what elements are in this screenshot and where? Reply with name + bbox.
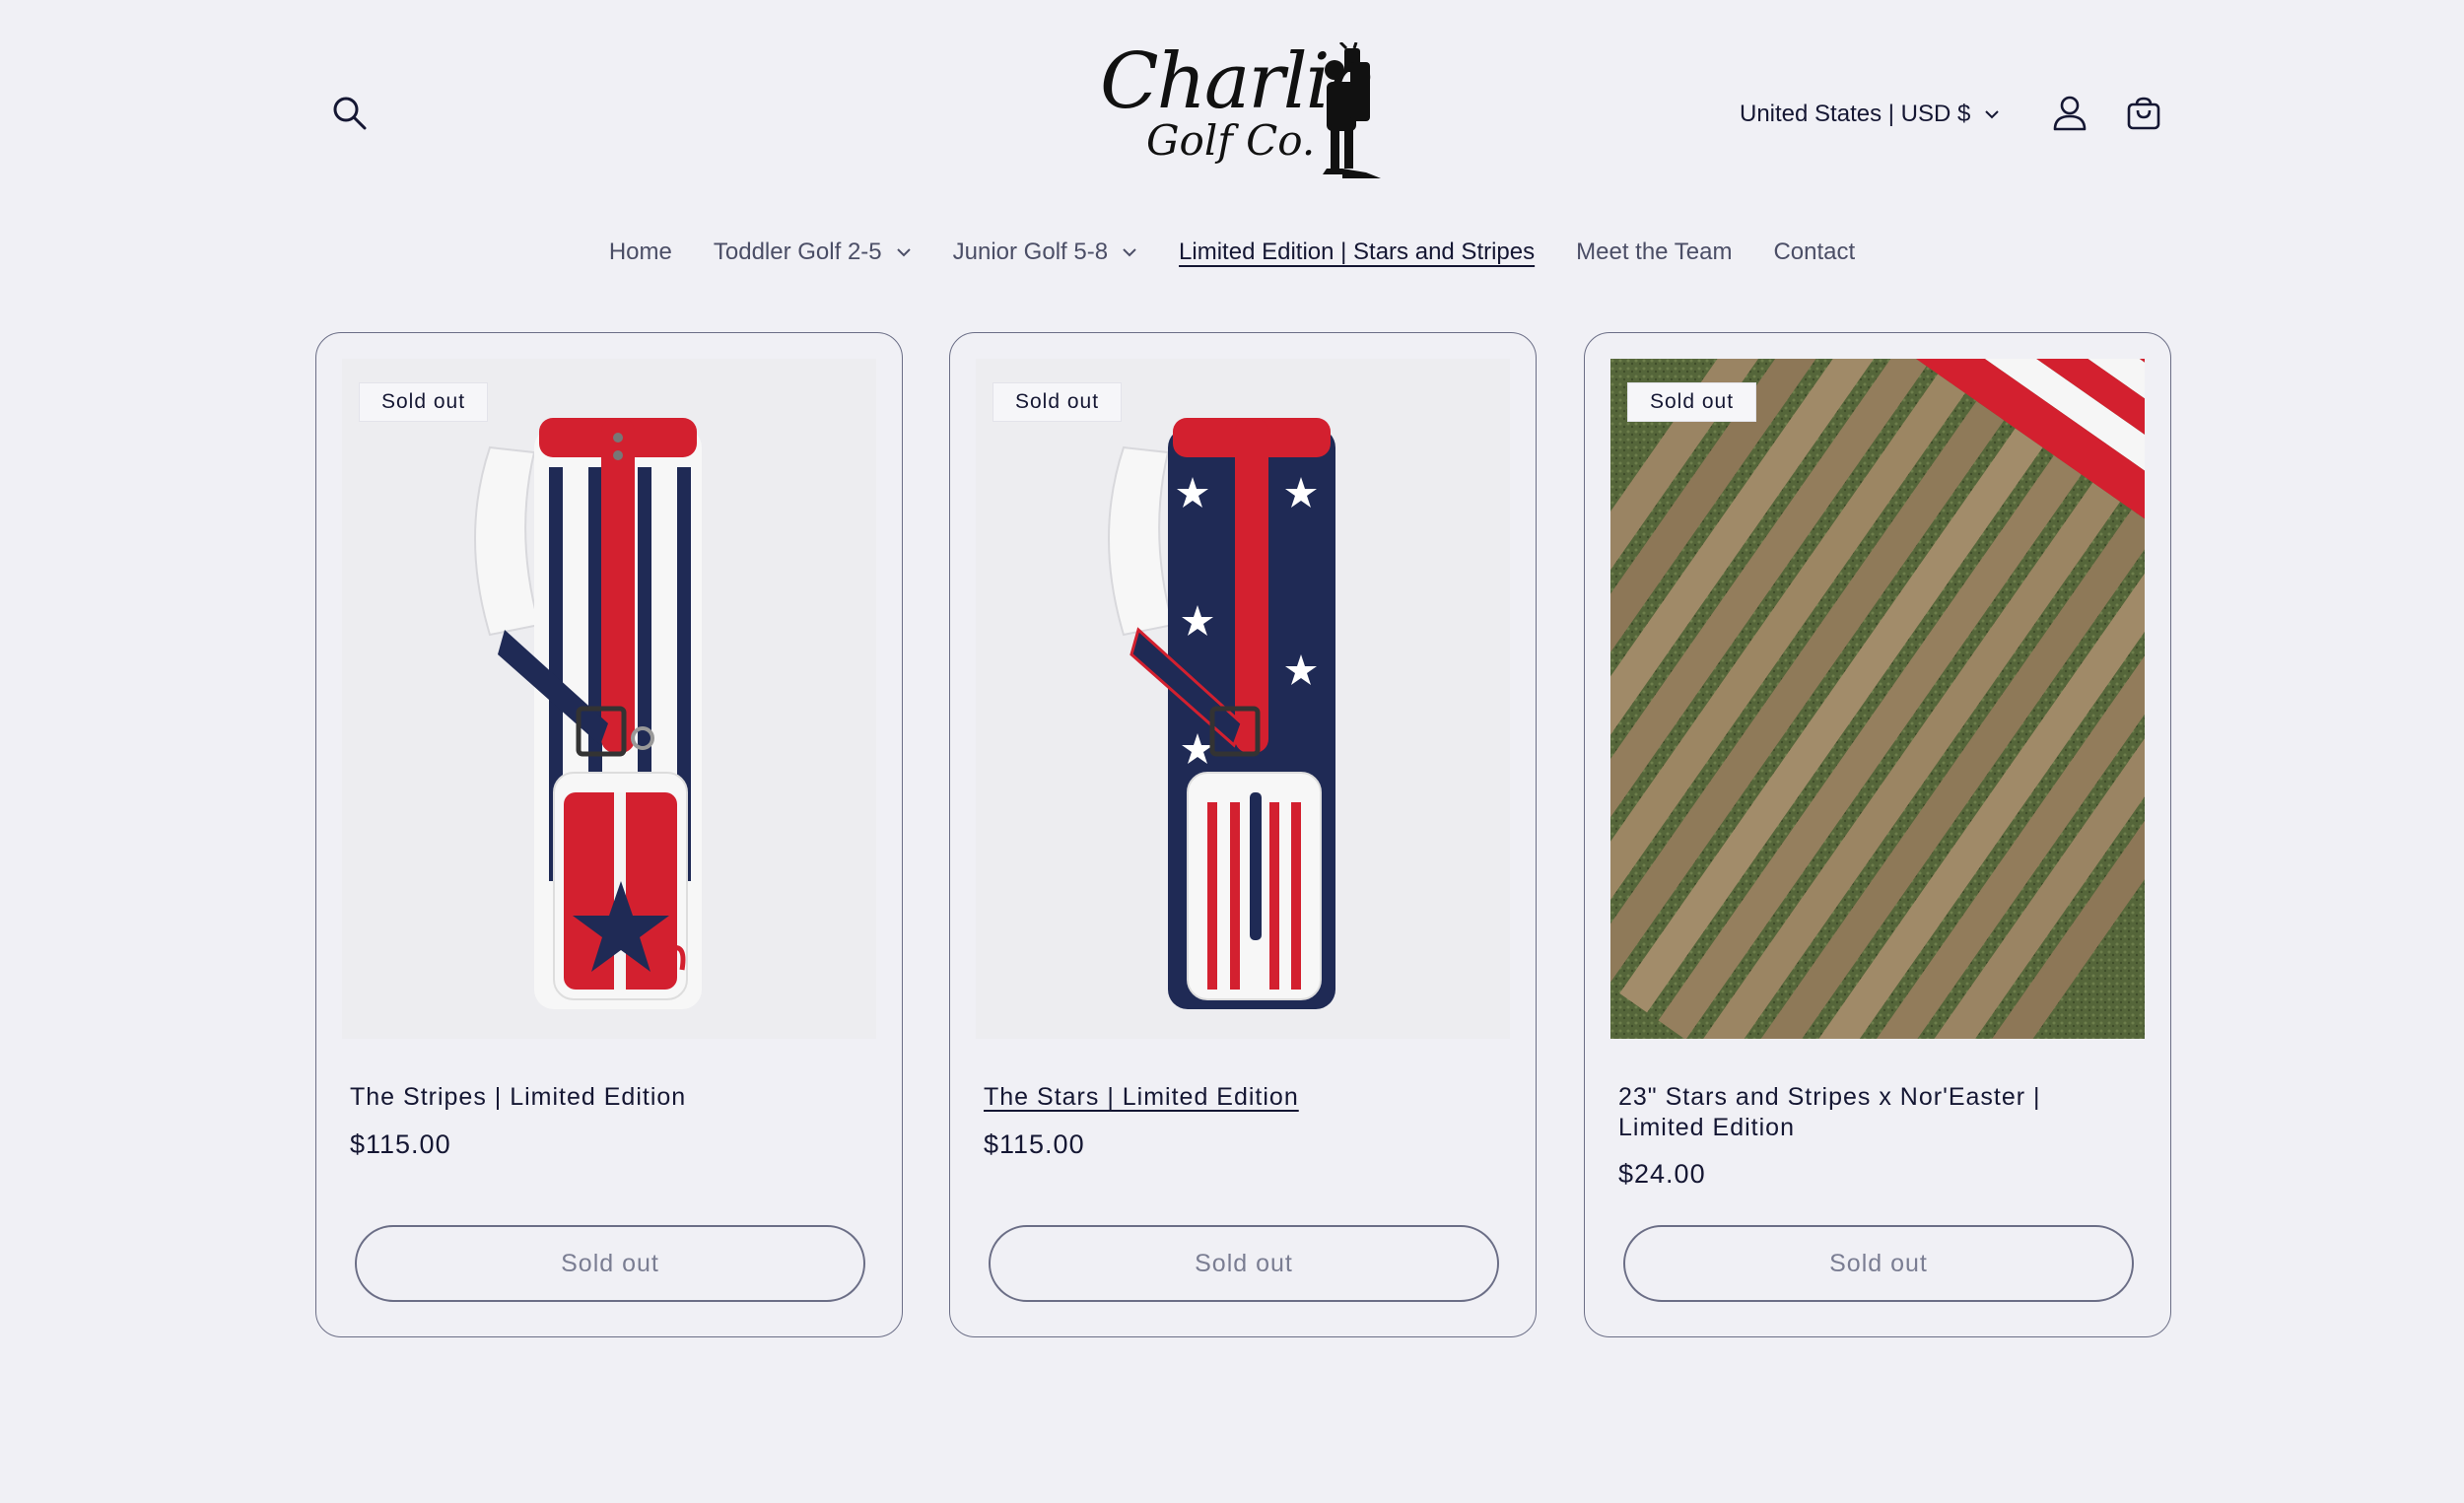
nav-item-label: Contact xyxy=(1773,239,1856,265)
product-card[interactable]: Sold out The Stars | Limited Edition $11… xyxy=(949,332,1537,1337)
nav-item-label: Toddler Golf 2-5 xyxy=(713,239,882,265)
product-image[interactable] xyxy=(976,359,1510,1039)
country-label: United States | USD $ xyxy=(1740,101,1971,127)
sold-out-badge: Sold out xyxy=(359,382,489,422)
sold-out-button[interactable]: Sold out xyxy=(1623,1225,2134,1302)
product-price: $24.00 xyxy=(1618,1159,1706,1189)
sold-out-badge: Sold out xyxy=(992,382,1123,422)
logo-line2: Golf Co. xyxy=(1146,116,1316,165)
product-title[interactable]: The Stripes | Limited Edition xyxy=(350,1082,862,1113)
product-card[interactable]: Sold out The Stripes | Limited Edition $… xyxy=(315,332,903,1337)
nav-item-contact[interactable]: Contact xyxy=(1752,239,1876,266)
product-image[interactable] xyxy=(1610,359,2145,1039)
golfer-silhouette-icon xyxy=(1323,42,1381,178)
nav-item-home[interactable]: Home xyxy=(588,239,693,266)
nav-item-label: Limited Edition | Stars and Stripes xyxy=(1179,239,1536,265)
product-card[interactable]: Sold out 23" Stars and Stripes x Nor'Eas… xyxy=(1584,332,2171,1337)
sold-out-button[interactable]: Sold out xyxy=(355,1225,865,1302)
chevron-down-icon xyxy=(1985,110,2000,119)
product-title[interactable]: The Stars | Limited Edition xyxy=(984,1082,1496,1113)
country-currency-selector[interactable]: United States | USD $ xyxy=(1740,95,2000,134)
main-navigation: Home Toddler Golf 2-5 Junior Golf 5-8 Li… xyxy=(0,233,2464,272)
product-title[interactable]: 23" Stars and Stripes x Nor'Easter | Lim… xyxy=(1618,1082,2131,1143)
product-price: $115.00 xyxy=(984,1129,1085,1159)
search-icon[interactable] xyxy=(325,84,375,143)
nav-item-toddler-golf[interactable]: Toddler Golf 2-5 xyxy=(693,239,932,266)
product-price: $115.00 xyxy=(350,1129,451,1159)
chevron-down-icon xyxy=(896,248,911,257)
cart-icon[interactable] xyxy=(2119,84,2168,143)
nav-item-label: Meet the Team xyxy=(1576,239,1733,265)
nav-item-label: Home xyxy=(608,239,672,265)
nav-item-label: Junior Golf 5-8 xyxy=(952,239,1109,265)
chevron-down-icon xyxy=(1123,248,1136,257)
nav-item-limited-edition[interactable]: Limited Edition | Stars and Stripes xyxy=(1158,239,1555,266)
nav-item-meet-the-team[interactable]: Meet the Team xyxy=(1555,239,1752,266)
account-icon[interactable] xyxy=(2045,84,2094,143)
sold-out-badge: Sold out xyxy=(1627,382,1757,422)
nav-item-junior-golf[interactable]: Junior Golf 5-8 xyxy=(932,239,1158,266)
site-logo[interactable]: Charlie Golf Co. xyxy=(1092,37,1388,185)
site-header: Charlie Golf Co. United States | USD $ xyxy=(0,0,2464,227)
product-image[interactable] xyxy=(342,359,876,1039)
sold-out-button[interactable]: Sold out xyxy=(989,1225,1499,1302)
